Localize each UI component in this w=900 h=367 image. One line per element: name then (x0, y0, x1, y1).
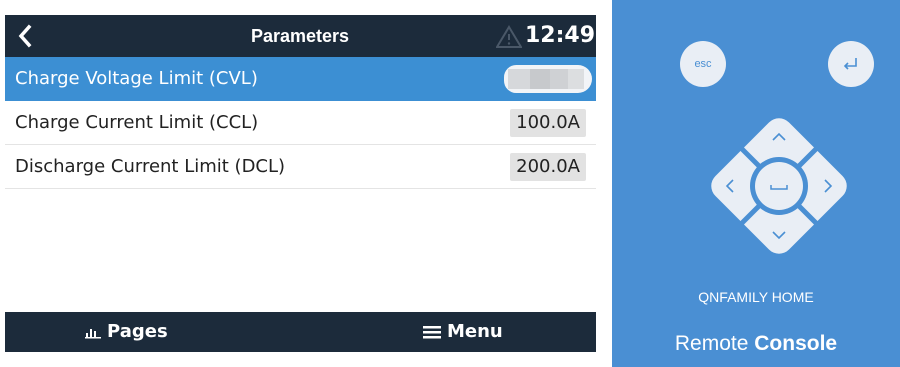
param-label: Discharge Current Limit (DCL) (15, 156, 286, 177)
console-title: Remote Console (612, 332, 900, 356)
esc-button[interactable]: esc (680, 41, 726, 87)
param-value: 100.0A (510, 109, 586, 137)
page-title: Parameters (250, 26, 350, 46)
remote-console-panel: esc QNFAMILY HOME Remote Console (612, 0, 900, 367)
header-bar: Parameters 12:49 (5, 15, 596, 57)
pages-button[interactable]: Pages (85, 312, 168, 352)
app-window: Parameters 12:49 Charge Voltage Limit (C… (0, 0, 900, 367)
hamburger-icon (423, 326, 441, 339)
device-screen: Parameters 12:49 Charge Voltage Limit (C… (5, 15, 596, 352)
enter-button[interactable] (828, 41, 874, 87)
param-row-ccl[interactable]: Charge Current Limit (CCL) 100.0A (5, 101, 596, 145)
select-button[interactable] (755, 162, 803, 210)
menu-label: Menu (447, 321, 503, 342)
back-button[interactable] (11, 21, 41, 51)
redacted-value-mosaic (508, 69, 584, 89)
brand-label: QNFAMILY HOME (698, 289, 814, 305)
warning-triangle-icon (496, 25, 522, 48)
param-row-cvl[interactable]: Charge Voltage Limit (CVL) (5, 57, 596, 101)
param-label: Charge Voltage Limit (CVL) (15, 68, 258, 89)
param-label: Charge Current Limit (CCL) (15, 112, 259, 133)
param-value: 200.0A (510, 153, 586, 181)
chevron-left-icon (18, 24, 32, 48)
parameter-list: Charge Voltage Limit (CVL) Charge Curren… (5, 57, 596, 189)
clock: 12:49 (525, 23, 596, 48)
console-title-light: Remote (674, 332, 749, 355)
console-title-bold: Console (754, 332, 838, 355)
esc-label: esc (694, 58, 712, 70)
dpad (711, 118, 847, 254)
bar-chart-icon (85, 329, 101, 339)
footer-bar: Pages Menu (5, 312, 596, 352)
param-row-dcl[interactable]: Discharge Current Limit (DCL) 200.0A (5, 145, 596, 189)
pages-label: Pages (107, 321, 168, 342)
return-icon (843, 58, 857, 70)
menu-button[interactable]: Menu (423, 312, 503, 352)
